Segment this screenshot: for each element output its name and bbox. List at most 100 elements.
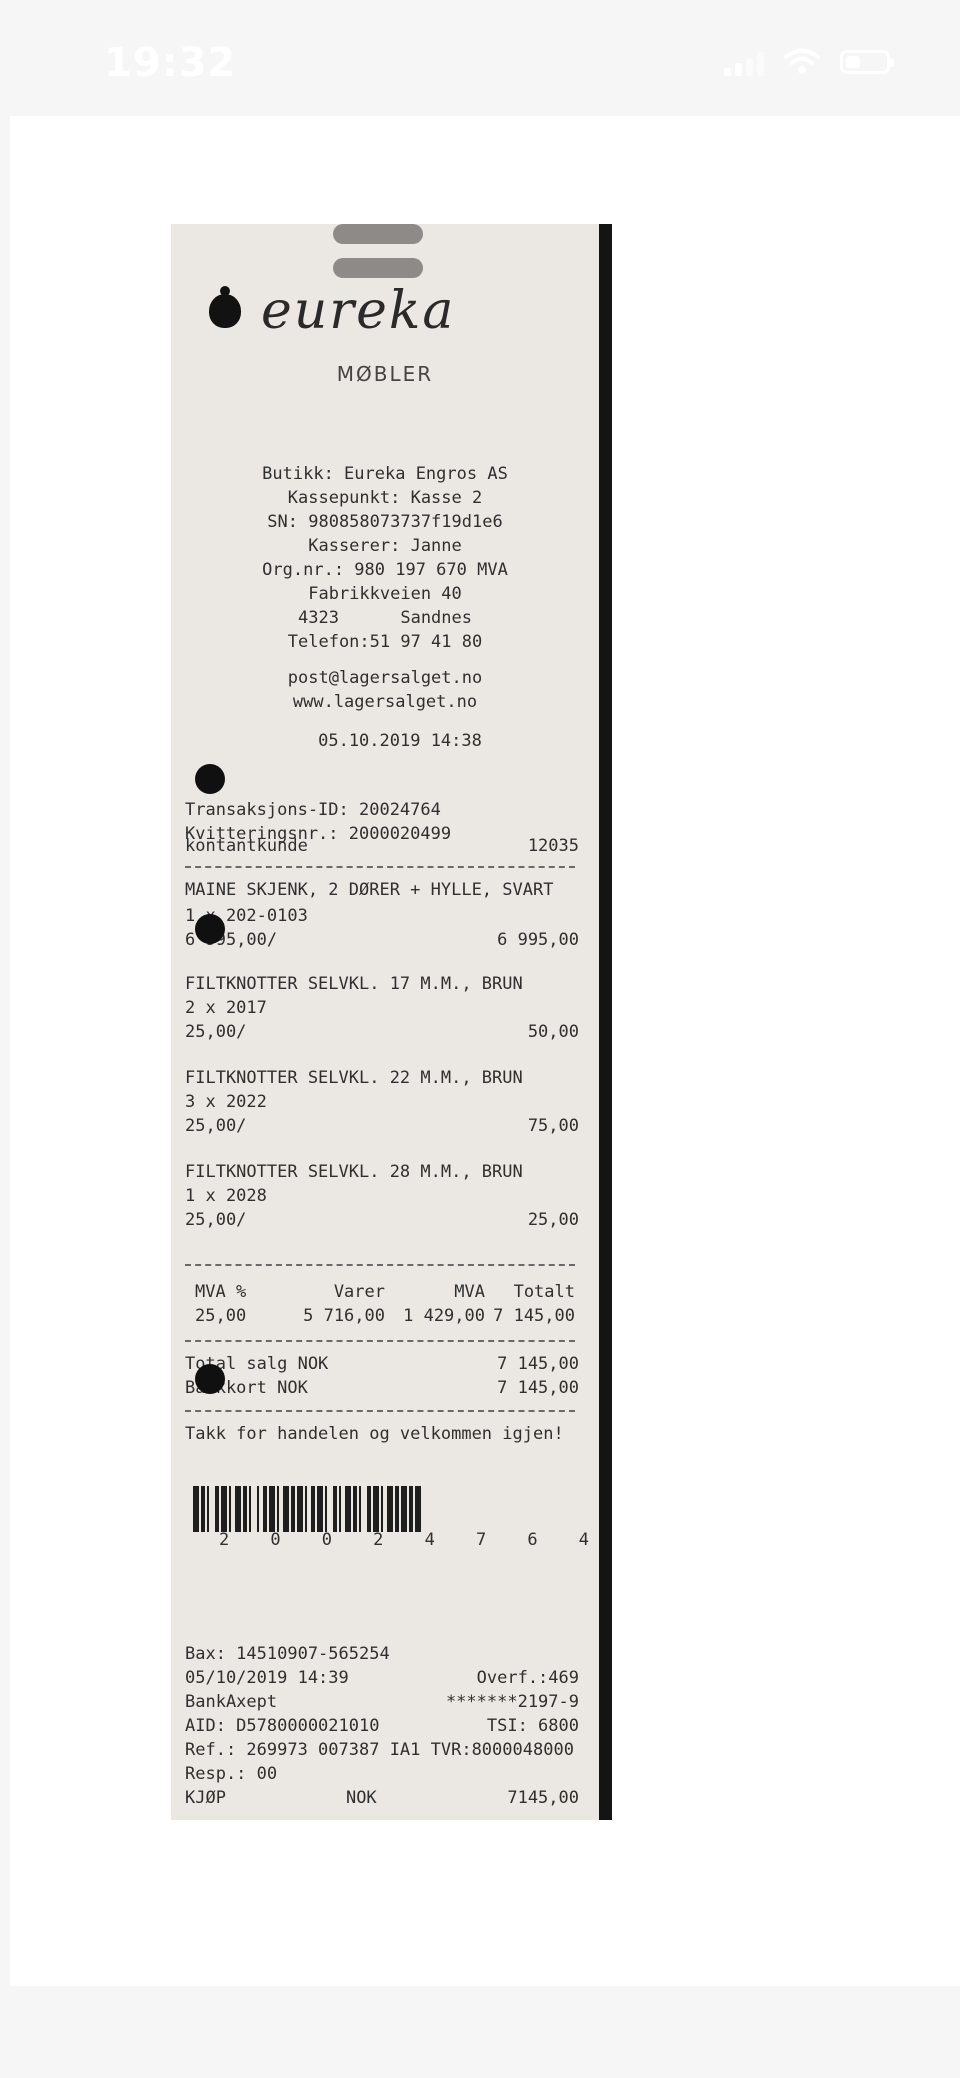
receipt: eureka MØBLER Butikk: Eureka Engros AS K… bbox=[171, 224, 599, 1820]
terminal-kjop: KJØP bbox=[185, 1788, 226, 1808]
store-contact: post@lagersalget.no www.lagersalget.no bbox=[171, 666, 599, 714]
terminal-currency: NOK bbox=[345, 1788, 377, 1808]
terminal-line: AID: D5780000021010 TSI: 6800 bbox=[185, 1714, 579, 1738]
perforation bbox=[333, 258, 423, 278]
photo-viewer[interactable]: eureka MØBLER Butikk: Eureka Engros AS K… bbox=[10, 116, 960, 1986]
item-total: 25,00 bbox=[527, 1210, 579, 1230]
divider bbox=[185, 1410, 575, 1412]
store-email: post@lagersalget.no bbox=[287, 668, 483, 688]
item-unit-price: 25,00/ bbox=[185, 1116, 247, 1136]
terminal-line: Bax: 14510907-565254 bbox=[185, 1642, 579, 1666]
battery-icon bbox=[840, 50, 894, 74]
barcode-digit: 4 bbox=[578, 1530, 589, 1550]
item-qty: 1 x 2028 bbox=[185, 1186, 267, 1206]
item-name: FILTKNOTTER SELVKL. 22 M.M., BRUN bbox=[185, 1068, 523, 1088]
store-info-line: SN: 980858073737f19d1e6 bbox=[267, 512, 503, 532]
vat-value: 5 716,00 bbox=[303, 1306, 385, 1326]
barcode-digit: 7 bbox=[475, 1530, 487, 1550]
punch-hole bbox=[195, 914, 225, 944]
item-total: 50,00 bbox=[527, 1022, 579, 1042]
customer-name: kontantkunde bbox=[185, 836, 308, 856]
terminal-aid: AID: D5780000021010 bbox=[185, 1716, 380, 1736]
store-info: Butikk: Eureka Engros AS Kassepunkt: Kas… bbox=[171, 462, 599, 654]
terminal-line: BankAxept *******2197-9 bbox=[185, 1690, 579, 1714]
item-name: FILTKNOTTER SELVKL. 17 M.M., BRUN bbox=[185, 974, 523, 994]
wifi-icon bbox=[784, 48, 820, 74]
divider bbox=[185, 1340, 575, 1342]
status-icons bbox=[724, 48, 894, 76]
perforation bbox=[333, 224, 423, 244]
item-price-row: 25,00/ 25,00 bbox=[185, 1208, 579, 1232]
terminal-overf: Overf.:469 bbox=[476, 1668, 579, 1688]
barcode-digit: 2 bbox=[373, 1530, 384, 1550]
transaction-id: Transaksjons-ID: 20024764 bbox=[185, 800, 441, 820]
divider bbox=[185, 866, 575, 868]
terminal-bax: Bax: 14510907-565254 bbox=[185, 1644, 390, 1664]
item-name: FILTKNOTTER SELVKL. 28 M.M., BRUN bbox=[185, 1162, 523, 1182]
terminal-date: 05/10/2019 14:39 bbox=[185, 1668, 349, 1688]
store-info-line: 4323 Sandnes bbox=[298, 608, 472, 628]
item-qty: 2 x 2017 bbox=[185, 998, 267, 1018]
item-price-row: 25,00/ 50,00 bbox=[185, 1020, 579, 1044]
store-info-line: Telefon:51 97 41 80 bbox=[287, 632, 483, 652]
status-time: 19:32 bbox=[104, 40, 237, 86]
terminal-line: Resp.: 00 bbox=[185, 1762, 579, 1786]
store-info-line: Kasserer: Janne bbox=[308, 536, 462, 556]
barcode-digit: 4 bbox=[424, 1530, 435, 1550]
receipt-datetime-text: 05.10.2019 14:38 bbox=[318, 731, 482, 751]
item-price-row: 25,00/ 75,00 bbox=[185, 1114, 579, 1138]
barcode-digit: 2 bbox=[219, 1530, 230, 1550]
vat-values-row: 25,00 5 716,00 1 429,00 7 145,00 bbox=[195, 1304, 575, 1328]
barcode-digit: 0 bbox=[321, 1530, 333, 1550]
total-row: Total salg NOK 7 145,00 bbox=[185, 1352, 579, 1376]
customer-number: 12035 bbox=[527, 836, 579, 856]
terminal-card: *******2197-9 bbox=[445, 1692, 579, 1712]
terminal-info: Bax: 14510907-565254 05/10/2019 14:39 Ov… bbox=[185, 1642, 579, 1810]
item-unit-price: 25,00/ bbox=[185, 1022, 247, 1042]
vat-header: Totalt bbox=[513, 1282, 575, 1302]
punch-hole bbox=[195, 1364, 225, 1394]
terminal-ref: Ref.: 269973 007387 IA1 TVR:8000048000 bbox=[185, 1740, 574, 1760]
item-total: 75,00 bbox=[527, 1116, 579, 1136]
receipt-photo[interactable]: eureka MØBLER Butikk: Eureka Engros AS K… bbox=[171, 224, 612, 1820]
terminal-amount: 7145,00 bbox=[507, 1788, 579, 1808]
vat-value: 7 145,00 bbox=[493, 1306, 575, 1326]
vat-header: Varer bbox=[333, 1282, 385, 1302]
thanks-message: Takk for handelen og velkommen igjen! bbox=[185, 1424, 564, 1444]
vat-value: 1 429,00 bbox=[403, 1306, 485, 1326]
terminal-tsi: TSI: 6800 bbox=[486, 1716, 579, 1736]
store-info-line: Org.nr.: 980 197 670 MVA bbox=[262, 560, 508, 580]
total-value: 7 145,00 bbox=[497, 1354, 579, 1374]
logo-text: eureka bbox=[261, 281, 456, 341]
item-total: 6 995,00 bbox=[497, 930, 579, 950]
barcode-digits: 2 0 0 2 4 7 6 4 bbox=[219, 1528, 589, 1552]
terminal-bank: BankAxept bbox=[185, 1692, 278, 1712]
store-info-line: Butikk: Eureka Engros AS bbox=[262, 464, 508, 484]
punch-hole bbox=[195, 764, 225, 794]
item-name: MAINE SKJENK, 2 DØRER + HYLLE, SVART bbox=[185, 880, 554, 900]
logo-subtitle: MØBLER bbox=[336, 362, 434, 386]
vat-value: 25,00 bbox=[195, 1306, 247, 1326]
barcode bbox=[193, 1486, 593, 1532]
receipt-datetime: 05.10.2019 14:38 bbox=[171, 729, 599, 753]
store-website: www.lagersalget.no bbox=[292, 692, 478, 712]
terminal-line: KJØP NOK 7145,00 bbox=[185, 1786, 579, 1810]
item-price-row: 6 995,00/ 6 995,00 bbox=[185, 928, 579, 952]
payment-value: 7 145,00 bbox=[497, 1378, 579, 1398]
terminal-line: Ref.: 269973 007387 IA1 TVR:8000048000 bbox=[185, 1738, 579, 1762]
barcode-digit: 0 bbox=[270, 1530, 281, 1550]
signal-icon bbox=[724, 48, 764, 76]
status-bar: 19:32 bbox=[0, 0, 960, 116]
item-qty: 1 x 202-0103 bbox=[185, 906, 308, 926]
barcode-digit: 6 bbox=[527, 1530, 538, 1550]
customer-row: kontantkunde 12035 bbox=[185, 834, 579, 858]
store-logo: eureka bbox=[209, 281, 456, 341]
divider bbox=[185, 1264, 575, 1266]
item-unit-price: 25,00/ bbox=[185, 1210, 247, 1230]
terminal-resp: Resp.: 00 bbox=[185, 1764, 278, 1784]
store-info-line: Kassepunkt: Kasse 2 bbox=[287, 488, 483, 508]
payment-row: Bankkort NOK 7 145,00 bbox=[185, 1376, 579, 1400]
vat-header: MVA bbox=[454, 1282, 485, 1302]
logo-mark-icon bbox=[209, 286, 241, 328]
vat-header-row: MVA % Varer MVA Totalt bbox=[195, 1280, 575, 1304]
